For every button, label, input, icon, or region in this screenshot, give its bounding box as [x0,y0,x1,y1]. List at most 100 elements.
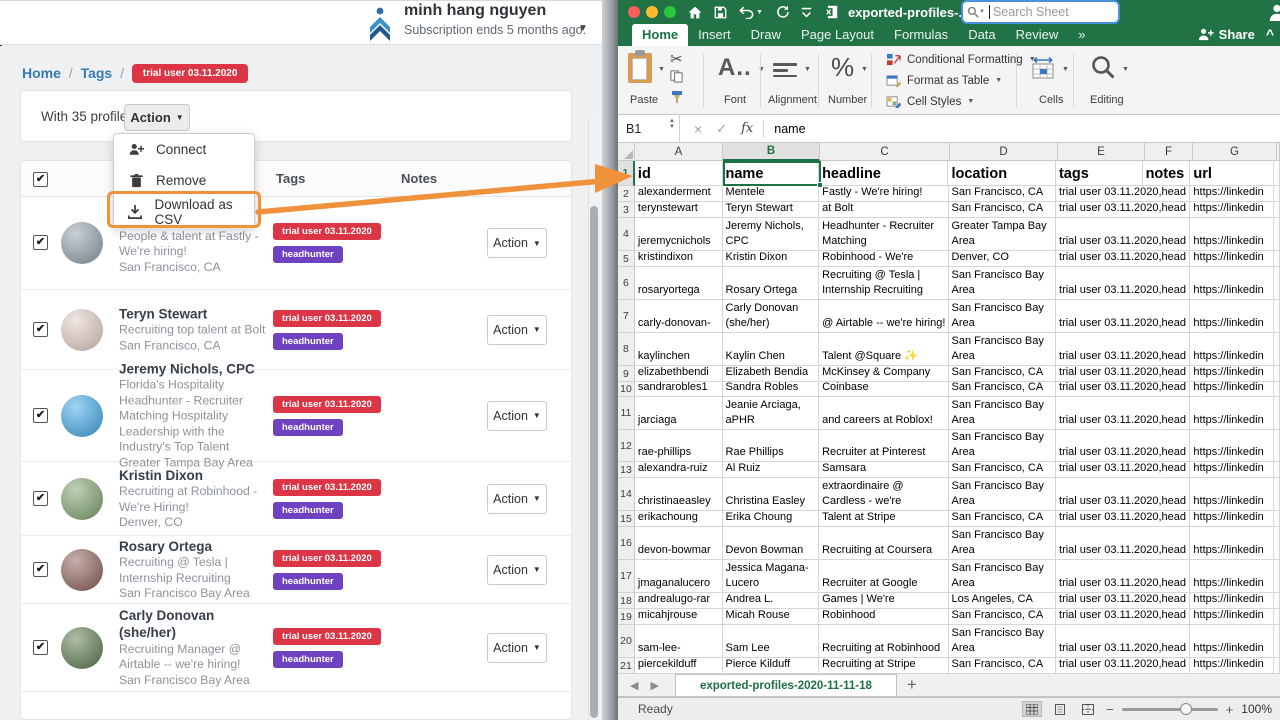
grid-cell[interactable]: https://linkedin [1190,430,1274,462]
grid-cell[interactable]: Mentele [723,186,820,202]
grid-cell[interactable]: terynstewart [635,202,723,218]
grid-cell[interactable]: micahjrouse [635,609,723,625]
cut-icon[interactable]: ✂ [670,50,683,68]
grid-cell[interactable]: San Francisco Bay Area [949,300,1057,333]
grid-cell[interactable]: trial user 03.11.2020,head [1056,658,1190,674]
grid-cell[interactable]: Recruiter at Google [819,560,948,593]
grid-cell[interactable]: trial user 03.11.2020,head [1056,251,1190,267]
formula-bar-value[interactable]: name [774,122,805,136]
row-header-11[interactable]: 11 [618,397,635,430]
column-header-D[interactable]: D [950,143,1058,161]
grid-cell[interactable]: jmaganalucero [635,560,723,593]
undo-caret[interactable]: ▼ [756,9,763,16]
select-all-checkbox[interactable]: ✔ [33,172,48,187]
page-layout-view-icon[interactable] [1050,701,1070,717]
row-action-button[interactable]: Action▼ [487,401,547,431]
zoom-percentage[interactable]: 100% [1241,702,1272,716]
grid-cell[interactable]: https://linkedin [1190,462,1274,478]
grid-cell[interactable]: trial user 03.11.2020,head [1056,397,1190,430]
next-sheet-arrow[interactable]: ▶ [650,679,658,692]
grid-cell[interactable]: https://linkedin [1190,333,1274,366]
grid-cell[interactable]: trial user 03.11.2020,head [1056,511,1190,527]
grid-cell[interactable]: alexanderment [635,186,723,202]
grid-cell[interactable]: devon-bowmar [635,527,723,560]
grid-cell[interactable]: andrealugo-rar [635,593,723,609]
grid-cell[interactable]: Micah Rouse [723,609,820,625]
grid-cell[interactable]: Rosary Ortega [723,267,820,300]
grid-cell[interactable]: elizabethbendi [635,366,723,382]
ribbon-tab-review[interactable]: Review [1006,24,1069,46]
grid-cell[interactable]: https://linkedin [1190,593,1274,609]
row-header-8[interactable]: 8 [618,333,635,366]
row-checkbox[interactable]: ✔ [33,491,48,506]
grid-cell[interactable]: Recruiter at Pinterest [819,430,948,462]
grid-cell[interactable]: trial user 03.11.2020,head [1056,218,1190,251]
number-caret[interactable]: ▼ [861,66,868,73]
row-checkbox[interactable]: ✔ [33,408,48,423]
row-header-7[interactable]: 7 [618,300,635,333]
row-action-button[interactable]: Action▼ [487,555,547,585]
profile-name[interactable]: Kristin Dixon [119,466,271,484]
grid-cell[interactable]: Jeremy Nichols, CPC [723,218,820,251]
name-box-spinner[interactable]: ▲▼ [669,118,675,130]
add-sheet-button[interactable]: + [907,675,917,695]
grid-cell[interactable]: https://linkedin [1190,300,1274,333]
grid-cell[interactable]: headline [819,161,948,186]
grid-cell[interactable]: trial user 03.11.2020,head [1056,366,1190,382]
grid-cell[interactable]: Robinhood [819,609,948,625]
grid-cell[interactable]: trial user 03.11.2020,head [1056,186,1190,202]
grid-cell[interactable]: Fastly - We're hiring! [819,186,948,202]
zoom-slider[interactable] [1122,708,1218,711]
grid-cell[interactable]: https://linkedin [1190,658,1274,674]
row-checkbox[interactable]: ✔ [33,562,48,577]
grid-cell[interactable]: San Francisco Bay Area [949,397,1057,430]
row-header-17[interactable]: 17 [618,560,635,593]
row-header-18[interactable]: 18 [618,593,635,609]
grid-cell[interactable]: kristindixon [635,251,723,267]
grid-cell[interactable]: https://linkedin [1190,382,1274,397]
grid-cell[interactable]: Robinhood - We're [819,251,948,267]
grid-cell[interactable]: San Francisco, CA [949,382,1057,397]
grid-cell[interactable]: jeremycnichols [635,218,723,251]
search-sheet-box[interactable]: ▼ Search Sheet [963,2,1118,22]
grid-cell[interactable]: erikachoung [635,511,723,527]
collapse-ribbon-button[interactable]: ^ [1266,26,1274,42]
row-header-2[interactable]: 2 [618,186,635,202]
row-header-20[interactable]: 20 [618,625,635,658]
grid-cell[interactable]: sam-lee- [635,625,723,658]
cells-button[interactable] [1030,56,1056,85]
save-icon[interactable] [714,6,727,19]
row-header-1[interactable]: 1 [618,161,635,186]
grid-cell[interactable]: https://linkedin [1190,478,1274,511]
column-header-G[interactable]: G [1193,143,1277,161]
ribbon-tab-»[interactable]: » [1068,24,1095,46]
grid-cell[interactable]: rosaryortega [635,267,723,300]
grid-cell[interactable]: https://linkedin [1190,560,1274,593]
grid-cell[interactable]: Devon Bowman [723,527,820,560]
confirm-entry-icon[interactable]: ✓ [716,121,727,137]
row-action-button[interactable]: Action▼ [487,228,547,258]
grid-cell[interactable]: notes [1143,161,1191,186]
home-icon[interactable] [688,6,702,19]
minimize-button[interactable] [646,6,658,18]
grid-cell[interactable]: Kristin Dixon [723,251,820,267]
grid-cell[interactable]: extraordinaire @ Cardless - we're [819,478,948,511]
conditional-formatting-button[interactable]: Conditional Formatting▼ [886,53,1036,66]
grid-cell[interactable]: San Francisco Bay Area [949,625,1057,658]
grid-cell[interactable]: tags [1056,161,1143,186]
grid-cell[interactable]: location [948,161,1056,186]
cells-caret[interactable]: ▼ [1062,66,1069,73]
grid-cell[interactable]: https://linkedin [1190,218,1274,251]
grid-cell[interactable]: at Bolt [819,202,948,218]
prev-sheet-arrow[interactable]: ◀ [630,679,638,692]
profile-name[interactable]: Rosary Ortega [119,537,271,555]
close-button[interactable] [628,6,640,18]
column-header-F[interactable]: F [1145,143,1193,161]
grid-cell[interactable]: Andrea L. [723,593,820,609]
row-header-16[interactable]: 16 [618,527,635,560]
row-header-10[interactable]: 10 [618,382,635,397]
cancel-entry-icon[interactable]: × [694,121,702,137]
grid-cell[interactable]: Recruiting at Stripe [819,658,948,674]
grid-cell[interactable]: jarciaga [635,397,723,430]
grid-cell[interactable]: Jeanie Arciaga, aPHR [723,397,820,430]
